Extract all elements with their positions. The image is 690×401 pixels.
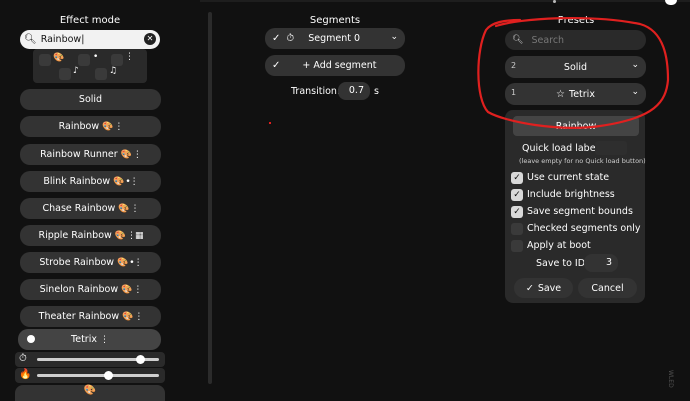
- effect-filter-panel: 🎨 • ⋮ ♪ ♫: [33, 49, 147, 83]
- search-icon: 🔍︎: [24, 34, 37, 45]
- segments-header: Segments: [309, 15, 361, 26]
- dot-icon: •: [93, 52, 99, 62]
- preset-search-box[interactable]: 🔍︎ Search: [505, 30, 646, 50]
- apply-at-boot-label: Apply at boot: [527, 240, 591, 251]
- top-bar: [200, 0, 690, 2]
- filter-palette-checkbox[interactable]: [39, 54, 51, 66]
- preset-name-input[interactable]: Rainbow: [513, 116, 639, 136]
- palette-section-tab[interactable]: 🎨: [15, 385, 165, 401]
- checkmark-icon[interactable]: ✓: [272, 60, 280, 71]
- music-note-icon: ♪: [73, 66, 79, 76]
- flame-icon: 🔥: [19, 369, 32, 380]
- dots-icon: ⋮: [133, 284, 142, 295]
- add-segment-row[interactable]: ✓ + Add segment: [265, 55, 405, 76]
- palette-icon: 🎨: [113, 176, 125, 187]
- preset-item-tetrix[interactable]: 1 ☆ Tetrix ⌄: [505, 83, 646, 105]
- intensity-slider-knob[interactable]: [104, 371, 114, 380]
- selected-radio-icon: [27, 335, 35, 343]
- transition-input[interactable]: 0.7: [338, 82, 370, 100]
- filter-volume-checkbox[interactable]: [59, 68, 71, 80]
- palette-icon: 🎨: [53, 53, 65, 63]
- palette-icon: 🎨: [122, 311, 134, 322]
- dots-icon: •⋮: [129, 257, 142, 268]
- include-brightness-checkbox[interactable]: ✓: [511, 189, 523, 201]
- dots-icon: •⋮: [125, 176, 138, 187]
- quick-load-hint: (leave empty for no Quick load button): [519, 157, 646, 165]
- presets-header: Presets: [557, 15, 595, 26]
- segment-0-row[interactable]: ✓ ⏱ Segment 0 ⌄: [265, 28, 405, 49]
- star-icon: ☆: [556, 88, 566, 100]
- effect-search-input[interactable]: Rainbow: [41, 34, 82, 45]
- include-brightness-label: Include brightness: [527, 189, 615, 200]
- checkmark-icon: ✓: [525, 282, 534, 294]
- filter-frequency-checkbox[interactable]: [95, 68, 107, 80]
- watermark-logo: WLED: [667, 370, 674, 388]
- effect-mode-header: Effect mode: [59, 15, 121, 26]
- dots-icon: ⋮: [125, 52, 134, 62]
- save-preset-button[interactable]: ✓ Save: [514, 278, 573, 298]
- filter-1d-checkbox[interactable]: [78, 54, 90, 66]
- speed-slider-knob[interactable]: [136, 355, 146, 364]
- checked-segments-only-label: Checked segments only: [527, 223, 641, 234]
- clear-search-icon[interactable]: ✕: [144, 33, 156, 45]
- effect-item-chase-rainbow[interactable]: Chase Rainbow 🎨 ⋮: [20, 198, 161, 219]
- dots-icon: ⋮: [132, 149, 142, 160]
- effect-item-strobe-rainbow[interactable]: Strobe Rainbow 🎨 •⋮: [20, 252, 161, 273]
- matrix-icon: ⋮▦: [127, 230, 143, 241]
- effect-item-sinelon-rainbow[interactable]: Sinelon Rainbow 🎨 ⋮: [20, 279, 161, 300]
- save-segment-bounds-checkbox[interactable]: ✓: [511, 206, 523, 218]
- dots-icon: ⋮: [114, 121, 123, 132]
- checked-segments-only-checkbox[interactable]: [511, 223, 523, 235]
- transition-label: Transition:: [291, 86, 341, 97]
- chevron-down-icon[interactable]: ⌄: [631, 60, 639, 70]
- effect-item-blink-rainbow[interactable]: Blink Rainbow 🎨 •⋮: [20, 171, 161, 192]
- checkmark-icon[interactable]: ✓: [272, 33, 280, 44]
- palette-icon: 🎨: [120, 149, 132, 160]
- effect-item-tetrix-selected[interactable]: Tetrix ⋮: [18, 329, 161, 350]
- transition-unit: s: [374, 86, 379, 97]
- filter-2d-checkbox[interactable]: [111, 54, 123, 66]
- column-scrollbar[interactable]: [208, 12, 212, 384]
- effect-item-theater-rainbow[interactable]: Theater Rainbow 🎨 ⋮: [20, 306, 161, 327]
- use-current-state-checkbox[interactable]: ✓: [511, 172, 523, 184]
- search-icon: 🔍︎: [512, 35, 524, 45]
- palette-icon: 🎨: [121, 284, 133, 295]
- intensity-slider-track[interactable]: [37, 374, 159, 377]
- palette-icon: 🎨: [117, 257, 129, 268]
- intensity-slider-row: 🔥: [15, 368, 165, 383]
- effect-search-box[interactable]: 🔍︎ Rainbow | ✕: [20, 30, 160, 49]
- timer-icon: ⏱: [19, 353, 27, 364]
- dot-indicator-icon: [553, 0, 556, 3]
- dots-icon: ⋮: [130, 203, 140, 214]
- palette-icon: 🎨: [114, 230, 126, 241]
- stray-mark: [269, 122, 271, 124]
- timer-icon: ⏱: [286, 33, 295, 44]
- effect-item-rainbow[interactable]: Rainbow 🎨 ⋮: [20, 116, 161, 137]
- info-icon[interactable]: [665, 0, 677, 5]
- music-notes-icon: ♫: [109, 66, 118, 76]
- use-current-state-label: Use current state: [527, 172, 610, 183]
- quick-load-label: Quick load label:: [522, 143, 602, 154]
- add-segment-button[interactable]: + Add segment: [302, 60, 376, 71]
- preset-item-solid[interactable]: 2 Solid ⌄: [505, 56, 646, 78]
- palette-icon: 🎨: [102, 121, 114, 132]
- dots-icon: ⋮: [134, 311, 143, 322]
- effect-item-solid[interactable]: Solid: [20, 89, 161, 110]
- save-to-id-input[interactable]: 3: [584, 254, 618, 272]
- chevron-down-icon[interactable]: ⌄: [390, 32, 398, 42]
- chevron-down-icon[interactable]: ⌄: [631, 87, 639, 97]
- save-to-id-label: Save to ID: [536, 258, 586, 269]
- save-segment-bounds-label: Save segment bounds: [527, 206, 633, 217]
- palette-icon: 🎨: [83, 385, 97, 396]
- apply-at-boot-checkbox[interactable]: [511, 240, 523, 252]
- cancel-preset-button[interactable]: Cancel: [578, 278, 637, 298]
- preset-search-input[interactable]: Search: [531, 35, 564, 46]
- palette-icon: 🎨: [118, 203, 130, 214]
- effect-item-ripple-rainbow[interactable]: Ripple Rainbow 🎨 ⋮▦: [20, 225, 161, 246]
- dots-icon: ⋮: [99, 334, 109, 345]
- speed-slider-row: ⏱: [15, 352, 165, 367]
- effect-item-rainbow-runner[interactable]: Rainbow Runner 🎨 ⋮: [20, 144, 161, 165]
- quick-load-input[interactable]: [595, 141, 627, 155]
